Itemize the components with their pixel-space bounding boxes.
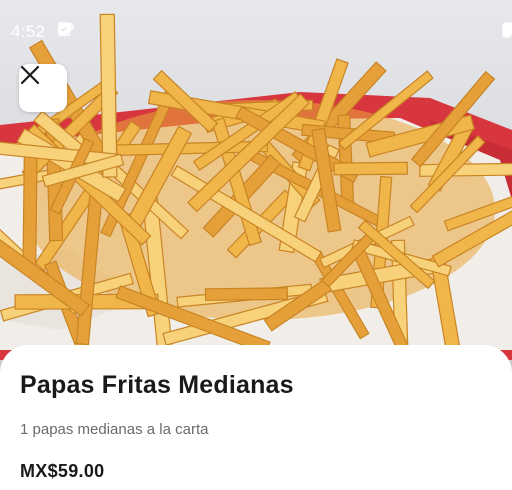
product-title: Papas Fritas Medianas	[20, 371, 294, 399]
product-detail-screen: 4:52 4	[0, 0, 512, 490]
battery-icon	[502, 22, 511, 38]
fry	[333, 161, 408, 176]
product-description: 1 papas medianas a la carta	[20, 421, 209, 438]
fry	[204, 287, 289, 301]
status-bar: 4:52 4	[0, 0, 512, 60]
product-price: MX$59.00	[20, 461, 105, 481]
product-hero-image: 4:52 4	[0, 0, 512, 372]
shield-icon	[58, 22, 70, 36]
close-icon	[20, 65, 40, 85]
status-time: 4:52	[11, 22, 46, 41]
product-info-sheet: Papas Fritas Medianas 1 papas medianas a…	[0, 345, 512, 490]
close-button[interactable]	[19, 64, 67, 112]
fry	[22, 146, 38, 268]
